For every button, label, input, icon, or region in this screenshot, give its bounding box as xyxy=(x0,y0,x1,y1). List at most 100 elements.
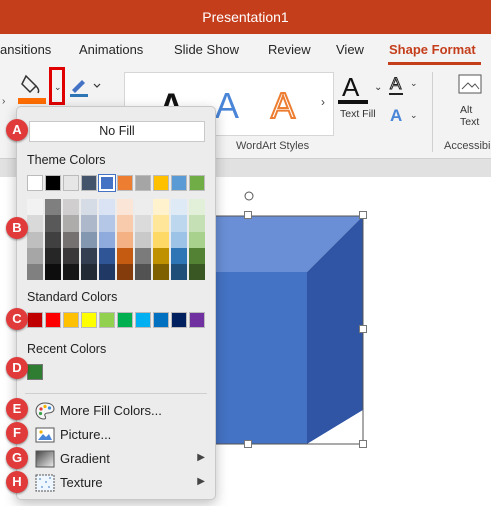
theme-shade-swatch[interactable] xyxy=(153,264,169,280)
theme-shade-swatch[interactable] xyxy=(171,215,187,232)
shape-fill-button[interactable] xyxy=(18,70,46,104)
standard-color-swatch[interactable] xyxy=(27,312,43,328)
theme-color-swatch[interactable] xyxy=(45,175,61,191)
theme-color-swatch[interactable] xyxy=(27,175,43,191)
theme-shade-swatch[interactable] xyxy=(81,199,97,215)
wordart-style-orange[interactable]: A xyxy=(270,84,296,127)
text-fill-button[interactable]: A Text Fill xyxy=(336,72,376,130)
theme-shade-swatch[interactable] xyxy=(189,264,205,280)
theme-shade-swatch[interactable] xyxy=(153,248,169,264)
theme-color-swatch[interactable] xyxy=(135,175,151,191)
theme-color-swatch[interactable] xyxy=(171,175,187,191)
theme-shade-swatch[interactable] xyxy=(153,215,169,232)
theme-shade-swatch[interactable] xyxy=(63,248,79,264)
theme-shade-swatch[interactable] xyxy=(45,215,61,232)
theme-shade-swatch[interactable] xyxy=(99,248,115,264)
theme-shade-swatch[interactable] xyxy=(81,232,97,248)
theme-color-swatch[interactable] xyxy=(98,174,116,192)
theme-shade-swatch[interactable] xyxy=(117,199,133,215)
theme-shade-swatch[interactable] xyxy=(27,232,43,248)
theme-shade-swatch[interactable] xyxy=(27,248,43,264)
ribbon-scroll-left-icon[interactable]: › xyxy=(2,96,5,107)
theme-shade-swatch[interactable] xyxy=(63,215,79,232)
theme-shade-swatch[interactable] xyxy=(45,248,61,264)
shape-fill-dropdown[interactable]: ⌄ xyxy=(49,67,65,105)
theme-shade-swatch[interactable] xyxy=(153,232,169,248)
theme-shade-swatch[interactable] xyxy=(189,248,205,264)
theme-shade-swatch[interactable] xyxy=(45,232,61,248)
gallery-scroll-icon[interactable]: › xyxy=(321,95,325,109)
theme-shade-swatch[interactable] xyxy=(81,248,97,264)
text-effects-icon[interactable]: A xyxy=(390,106,402,126)
theme-shade-swatch[interactable] xyxy=(135,264,151,280)
theme-color-swatch[interactable] xyxy=(189,175,205,191)
theme-shade-swatch[interactable] xyxy=(171,264,187,280)
theme-shade-swatch[interactable] xyxy=(189,215,205,232)
theme-shade-swatch[interactable] xyxy=(99,232,115,248)
rotate-handle-icon[interactable] xyxy=(244,191,254,201)
chevron-down-icon[interactable]: ⌄ xyxy=(374,82,382,93)
tab-review[interactable]: Review xyxy=(268,42,311,57)
tab-transitions[interactable]: ansitions xyxy=(0,42,51,57)
theme-shade-swatch[interactable] xyxy=(27,264,43,280)
standard-color-swatch[interactable] xyxy=(189,312,205,328)
theme-shade-swatch[interactable] xyxy=(45,264,61,280)
shape-outline-button[interactable] xyxy=(68,74,102,98)
theme-color-swatch[interactable] xyxy=(81,175,97,191)
theme-shade-swatch[interactable] xyxy=(135,232,151,248)
theme-shade-swatch[interactable] xyxy=(27,215,43,232)
resize-handle-top-right[interactable] xyxy=(359,211,367,219)
tab-view[interactable]: View xyxy=(336,42,364,57)
tab-slide-show[interactable]: Slide Show xyxy=(174,42,239,57)
picture-item[interactable]: Picture... xyxy=(35,424,211,446)
text-outline-icon[interactable]: A xyxy=(389,74,401,94)
standard-color-swatch[interactable] xyxy=(63,312,79,328)
theme-shade-swatch[interactable] xyxy=(117,232,133,248)
more-fill-colors-item[interactable]: More Fill Colors... xyxy=(35,400,211,422)
theme-shade-swatch[interactable] xyxy=(99,215,115,232)
wordart-style-blue[interactable]: A xyxy=(215,85,239,127)
theme-shade-swatch[interactable] xyxy=(135,215,151,232)
theme-shade-swatch[interactable] xyxy=(171,248,187,264)
theme-shade-swatch[interactable] xyxy=(171,232,187,248)
standard-color-swatch[interactable] xyxy=(117,312,133,328)
standard-color-swatch[interactable] xyxy=(135,312,151,328)
theme-shade-swatch[interactable] xyxy=(171,199,187,215)
theme-shade-swatch[interactable] xyxy=(189,199,205,215)
theme-shade-swatch[interactable] xyxy=(99,199,115,215)
theme-shade-swatch[interactable] xyxy=(63,264,79,280)
theme-color-swatch[interactable] xyxy=(153,175,169,191)
standard-color-swatch[interactable] xyxy=(81,312,97,328)
theme-shade-swatch[interactable] xyxy=(189,232,205,248)
standard-color-swatch[interactable] xyxy=(45,312,61,328)
no-fill-button[interactable]: No Fill xyxy=(29,121,205,142)
theme-shade-swatch[interactable] xyxy=(63,199,79,215)
theme-color-swatch[interactable] xyxy=(117,175,133,191)
alt-text-button[interactable]: Alt Text xyxy=(454,74,491,134)
resize-handle-top[interactable] xyxy=(244,211,252,219)
theme-shade-swatch[interactable] xyxy=(81,264,97,280)
theme-shade-swatch[interactable] xyxy=(63,232,79,248)
standard-color-swatch[interactable] xyxy=(153,312,169,328)
chevron-down-icon[interactable]: ⌄ xyxy=(410,110,418,121)
gradient-item[interactable]: Gradient ▶ xyxy=(35,448,211,470)
theme-shade-swatch[interactable] xyxy=(153,199,169,215)
resize-handle-bottom[interactable] xyxy=(244,440,252,448)
theme-color-swatch[interactable] xyxy=(63,175,79,191)
resize-handle-bottom-right[interactable] xyxy=(359,440,367,448)
theme-shade-swatch[interactable] xyxy=(117,215,133,232)
standard-color-swatch[interactable] xyxy=(99,312,115,328)
theme-shade-swatch[interactable] xyxy=(117,248,133,264)
theme-shade-swatch[interactable] xyxy=(27,199,43,215)
texture-item[interactable]: Texture ▶ xyxy=(35,472,211,494)
theme-shade-swatch[interactable] xyxy=(135,199,151,215)
tab-animations[interactable]: Animations xyxy=(79,42,143,57)
theme-shade-swatch[interactable] xyxy=(117,264,133,280)
theme-shade-swatch[interactable] xyxy=(81,215,97,232)
theme-shade-swatch[interactable] xyxy=(135,248,151,264)
resize-handle-right[interactable] xyxy=(359,325,367,333)
theme-shade-swatch[interactable] xyxy=(45,199,61,215)
standard-color-swatch[interactable] xyxy=(171,312,187,328)
chevron-down-icon[interactable]: ⌄ xyxy=(410,78,418,89)
tab-shape-format[interactable]: Shape Format xyxy=(389,42,476,57)
